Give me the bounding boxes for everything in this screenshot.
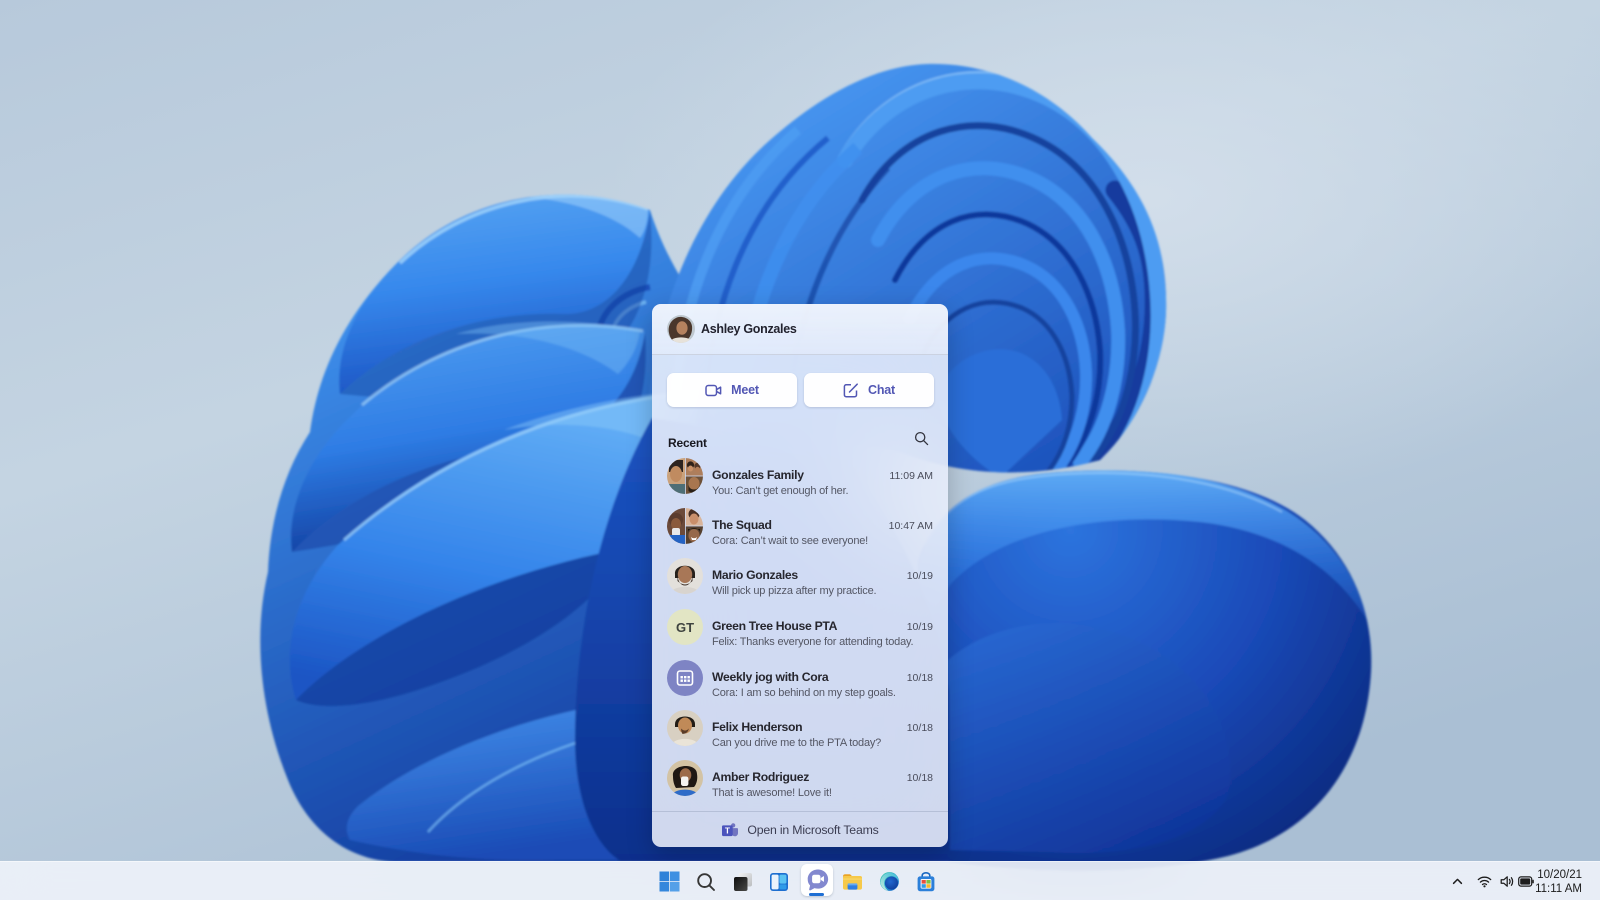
svg-text:GT: GT — [676, 620, 694, 635]
